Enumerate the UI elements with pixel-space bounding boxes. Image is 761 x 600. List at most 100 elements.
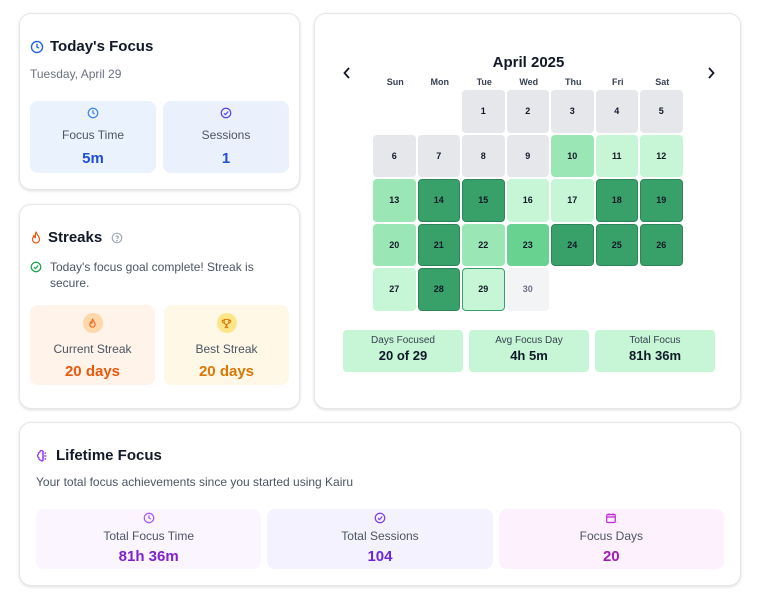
calendar-day[interactable]: 24 xyxy=(551,223,594,266)
streaks-title: Streaks xyxy=(48,229,103,246)
check-circle-icon xyxy=(30,261,42,273)
check-circle-icon xyxy=(374,512,386,524)
calendar-stat-tile: Days Focused 20 of 29 xyxy=(343,330,463,372)
calendar-day[interactable]: 23 xyxy=(506,223,549,266)
calendar-day[interactable]: 27 xyxy=(373,268,416,311)
calendar-day[interactable]: 28 xyxy=(417,268,460,311)
calendar-day[interactable]: 22 xyxy=(462,223,505,266)
weekday-label: Fri xyxy=(611,77,624,87)
calendar-day[interactable]: 9 xyxy=(506,134,549,177)
calendar-stat-tile: Total Focus 81h 36m xyxy=(595,330,715,372)
lifetime-subtitle: Your total focus achievements since you … xyxy=(36,475,354,489)
calendar-day[interactable]: 10 xyxy=(551,134,594,177)
calendar-stat-tile: Avg Focus Day 4h 5m xyxy=(469,330,589,372)
total-sessions-tile: Total Sessions 104 xyxy=(267,509,493,569)
calendar-day[interactable]: 6 xyxy=(373,134,416,177)
focus-days-value: 20 xyxy=(602,548,620,565)
calendar-day[interactable]: 30 xyxy=(506,268,549,311)
streaks-card: Streaks Today's focus goal complete! Str… xyxy=(19,204,300,409)
brain-icon xyxy=(36,449,50,463)
best-streak-tile: Best Streak 20 days xyxy=(164,305,289,385)
focus-time-label: Focus Time xyxy=(61,128,124,142)
calendar-day[interactable]: 12 xyxy=(640,134,683,177)
calendar-day[interactable]: 4 xyxy=(595,90,638,133)
calendar-stats: Days Focused 20 of 29 Avg Focus Day 4h 5m To… xyxy=(343,330,715,372)
current-streak-tile: Current Streak 20 days xyxy=(30,305,155,385)
weekday-label: Thu xyxy=(565,77,582,87)
lifetime-title: Lifetime Focus xyxy=(56,447,162,464)
calendar-day[interactable]: 19 xyxy=(640,179,683,222)
calendar-stat-value: 20 of 29 xyxy=(378,348,428,363)
calendar-day[interactable]: 21 xyxy=(417,223,460,266)
total-sessions-label: Total Sessions xyxy=(341,529,419,543)
calendar-day[interactable]: 14 xyxy=(417,179,460,222)
todays-date: Tuesday, April 29 xyxy=(30,67,122,81)
flame-icon xyxy=(82,313,103,333)
calendar-empty-cell xyxy=(373,90,416,133)
calendar-day[interactable]: 1 xyxy=(462,90,505,133)
calendar-weekday-header: Sun Mon Tue Wed Thu Fri Sat xyxy=(373,77,685,87)
calendar-day[interactable]: 3 xyxy=(551,90,594,133)
weekday-label: Tue xyxy=(476,77,492,87)
focus-days-label: Focus Days xyxy=(579,529,643,543)
calendar-day[interactable]: 11 xyxy=(595,134,638,177)
calendar-day[interactable]: 17 xyxy=(551,179,594,222)
weekday-label: Wed xyxy=(519,77,539,87)
weekday-label: Mon xyxy=(430,77,450,87)
calendar-day[interactable]: 7 xyxy=(417,134,460,177)
current-streak-value: 20 days xyxy=(64,363,121,380)
calendar-day[interactable]: 20 xyxy=(373,223,416,266)
clock-icon xyxy=(87,107,99,119)
todays-stats: Focus Time 5m Sessions 1 xyxy=(30,101,289,173)
calendar-empty-cell xyxy=(418,90,461,133)
calendar-day-today[interactable]: 29 xyxy=(462,268,505,311)
calendar-stat-value: 81h 36m xyxy=(628,348,682,363)
total-focus-time-label: Total Focus Time xyxy=(103,529,195,543)
clock-icon xyxy=(143,512,155,524)
best-streak-label: Best Streak xyxy=(195,342,258,356)
calendar-icon xyxy=(605,512,617,524)
todays-focus-header: Today's Focus xyxy=(30,38,289,55)
focus-time-tile: Focus Time 5m xyxy=(30,101,156,173)
todays-focus-card: Today's Focus Tuesday, April 29 Focus Ti… xyxy=(19,13,300,190)
calendar-day[interactable]: 13 xyxy=(373,179,416,222)
calendar-stat-label: Total Focus xyxy=(629,335,681,346)
calendar-day[interactable]: 15 xyxy=(462,179,505,222)
calendar-day[interactable]: 16 xyxy=(506,179,549,222)
focus-time-value: 5m xyxy=(82,150,104,167)
lifetime-header: Lifetime Focus xyxy=(36,447,724,464)
best-streak-value: 20 days xyxy=(198,363,255,380)
streaks-header: Streaks xyxy=(30,229,289,246)
calendar-day[interactable]: 8 xyxy=(462,134,505,177)
total-sessions-value: 104 xyxy=(367,548,393,565)
calendar-grid: 1 2 3 4 5 6 7 8 9 10 11 12 13 14 15 16 17 18 19 20 21 22 23 24 2… xyxy=(373,90,683,311)
help-circle-icon[interactable] xyxy=(111,232,123,244)
chevron-right-icon[interactable] xyxy=(707,67,715,79)
lifetime-stats: Total Focus Time 81h 36m Total Sessions … xyxy=(36,509,724,569)
check-circle-icon xyxy=(220,107,232,119)
calendar-day[interactable]: 25 xyxy=(595,223,638,266)
streak-stats: Current Streak 20 days Best Streak 20 da… xyxy=(30,305,289,385)
trophy-icon xyxy=(216,313,237,333)
sessions-value: 1 xyxy=(221,150,231,167)
sessions-label: Sessions xyxy=(201,128,251,142)
calendar-card: April 2025 Sun Mon Tue Wed Thu Fri Sat 1234567… xyxy=(314,13,741,409)
calendar-day[interactable]: 5 xyxy=(640,90,683,133)
calendar-day[interactable]: 18 xyxy=(595,179,638,222)
focus-days-tile: Focus Days 20 xyxy=(498,509,724,569)
streak-status: Today's focus goal complete! Streak is s… xyxy=(30,259,289,291)
current-streak-label: Current Streak xyxy=(53,342,132,356)
lifetime-focus-card: Lifetime Focus Your total focus achievem… xyxy=(19,422,741,586)
calendar-day[interactable]: 2 xyxy=(506,90,549,133)
sessions-tile: Sessions 1 xyxy=(163,101,289,173)
weekday-label: Sat xyxy=(655,77,670,87)
calendar-stat-label: Days Focused xyxy=(371,335,435,346)
calendar-stat-value: 4h 5m xyxy=(510,348,548,363)
clock-icon xyxy=(30,40,44,54)
streak-status-text: Today's focus goal complete! Streak is s… xyxy=(50,260,254,290)
flame-icon xyxy=(30,230,42,245)
total-focus-time-value: 81h 36m xyxy=(118,548,179,565)
calendar-day[interactable]: 26 xyxy=(640,223,683,266)
weekday-label: Sun xyxy=(386,77,404,87)
todays-focus-title: Today's Focus xyxy=(50,38,154,55)
